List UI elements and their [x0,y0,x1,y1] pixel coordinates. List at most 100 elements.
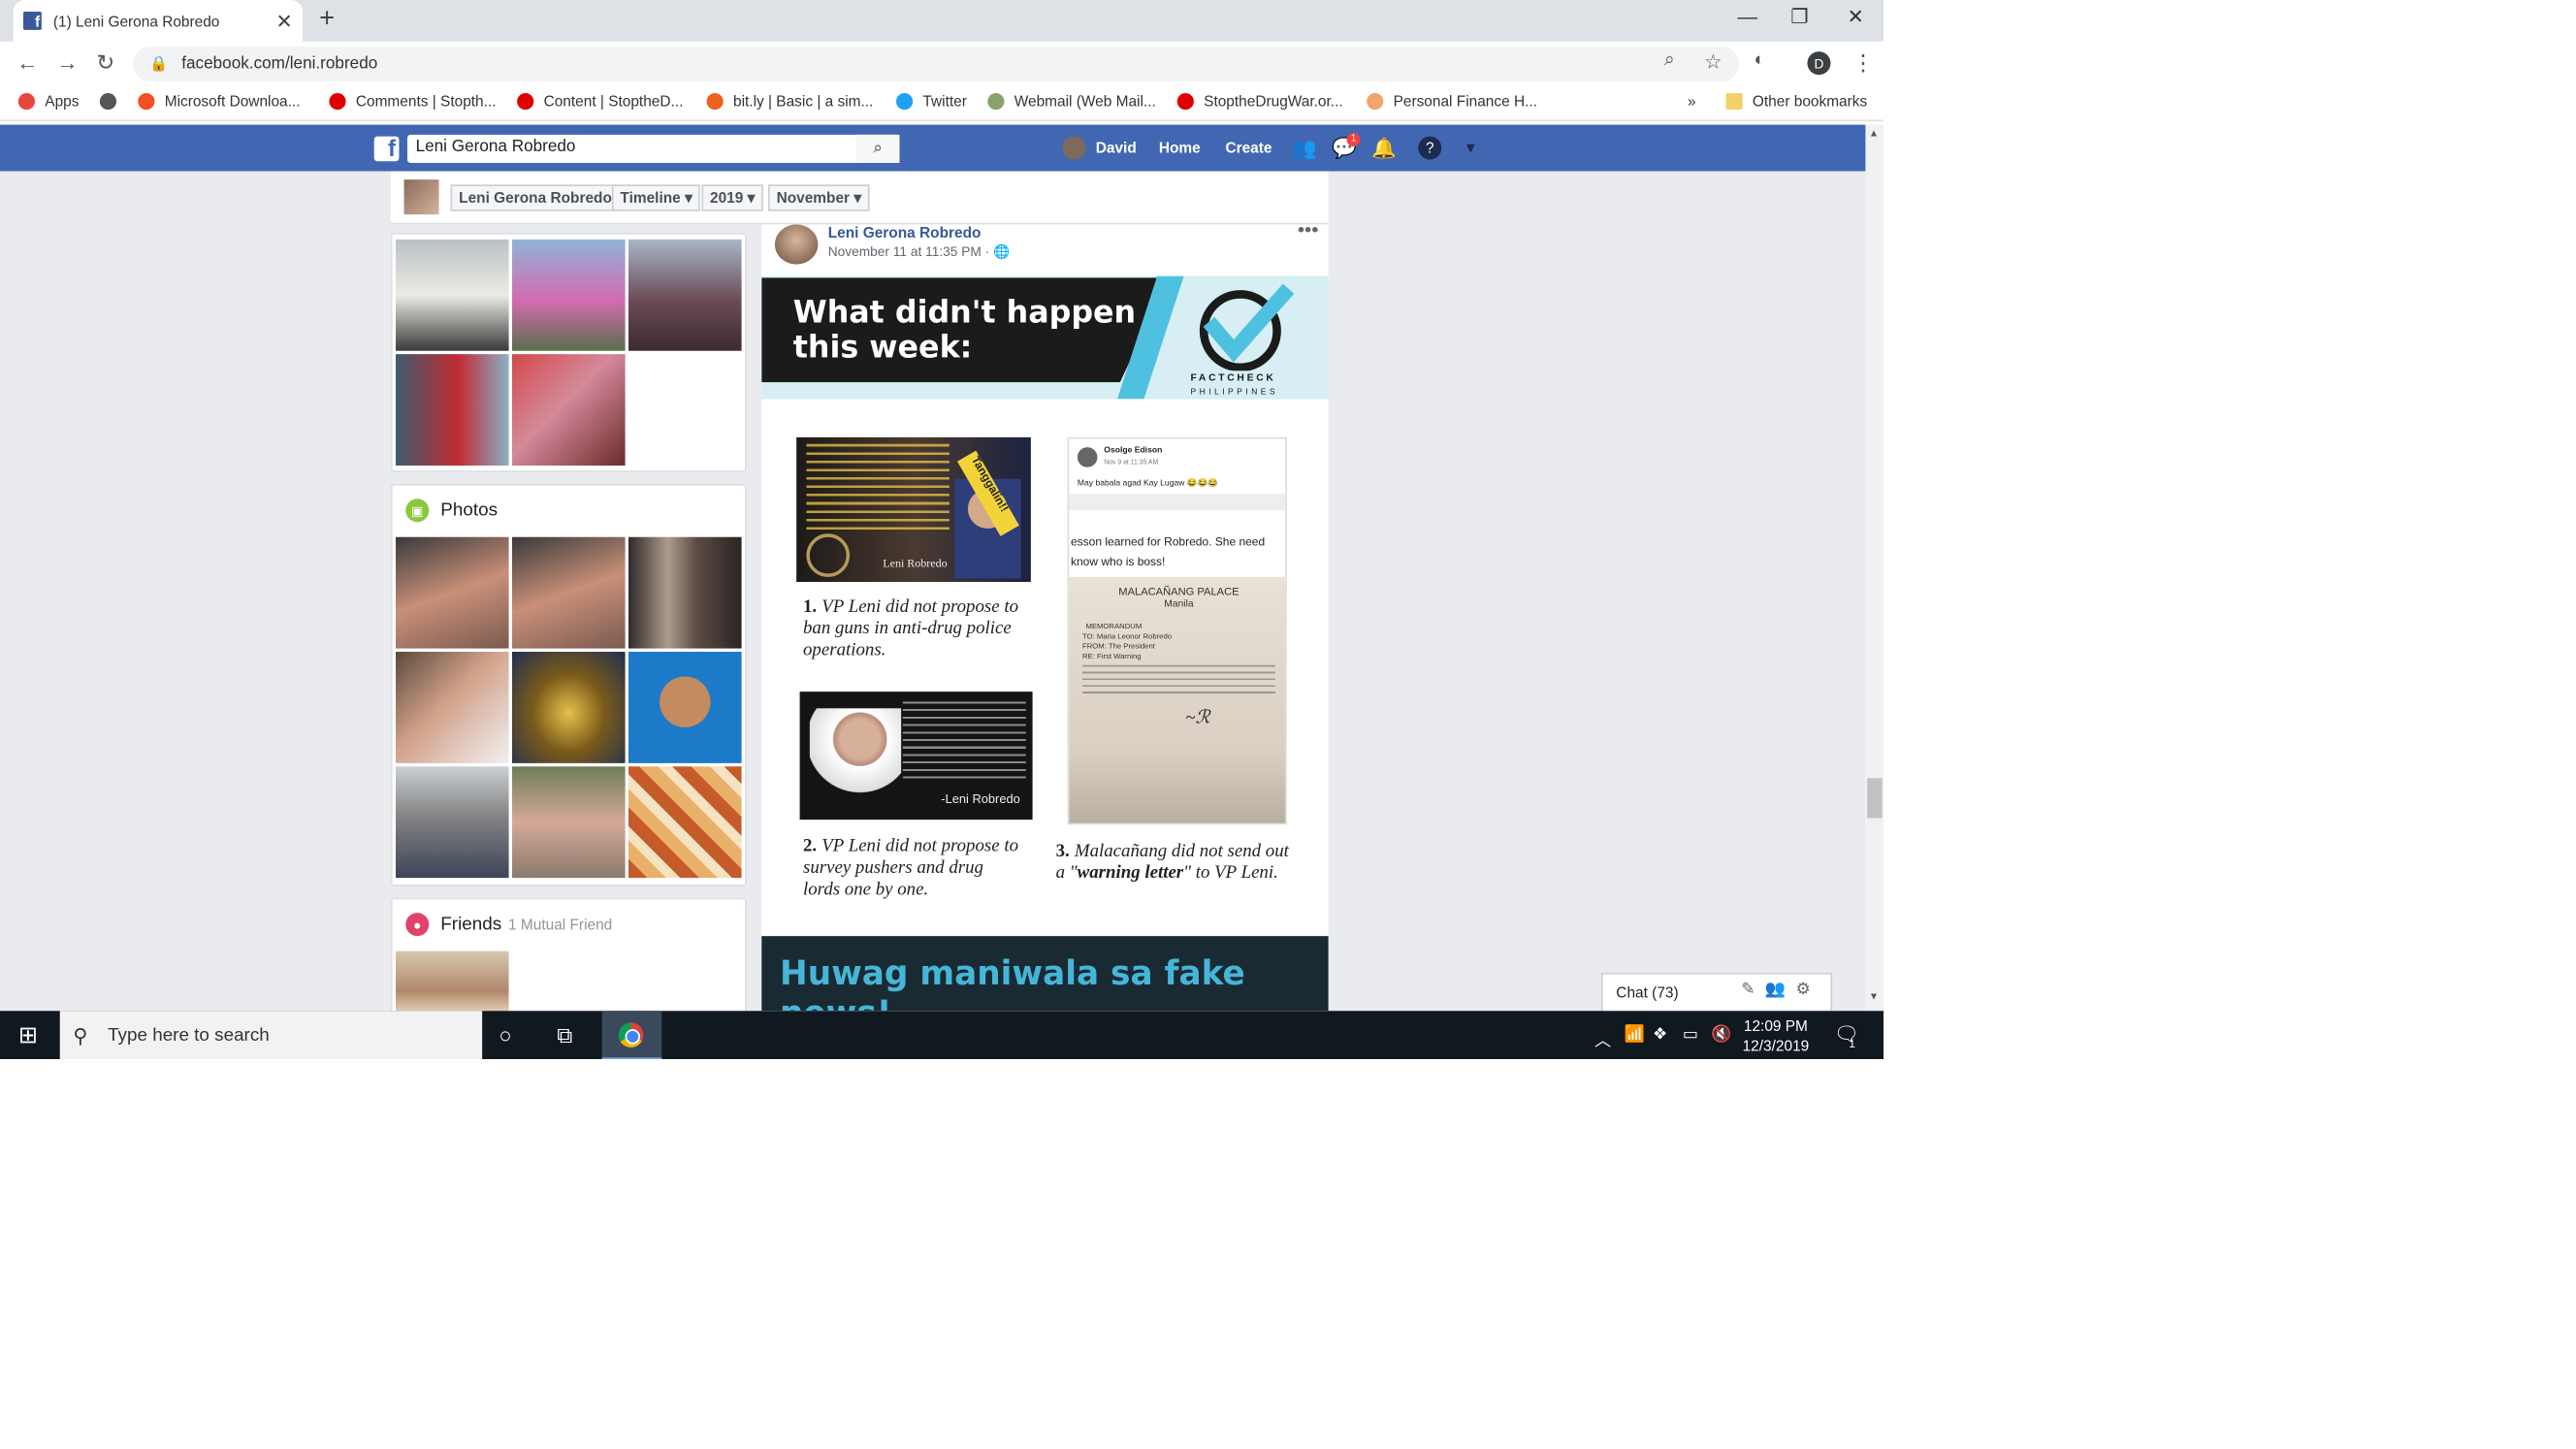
post-author-avatar[interactable] [774,224,819,265]
new-tab-icon[interactable]: + [319,5,335,35]
chat-tab[interactable]: Chat (73) ✎👥⚙ [1600,972,1833,1012]
featured-photo[interactable] [396,354,509,467]
profile-avatar[interactable]: D [1807,51,1831,76]
compose-icon[interactable]: ✎ [1741,981,1765,999]
zoom-icon[interactable]: ⌕ [1664,49,1675,71]
photo-thumbnail[interactable] [628,536,742,649]
chat-settings-gear-icon[interactable]: ⚙ [1795,981,1820,999]
battery-icon[interactable]: ▭ [1683,1026,1698,1045]
photo-thumbnail[interactable] [512,766,626,879]
scroll-up-icon[interactable]: ▲ [1869,130,1879,140]
featured-photo[interactable] [628,239,742,351]
photo-thumbnail[interactable] [512,652,626,763]
post-timestamp[interactable]: November 11 at 11:35 PM · 🌐 [828,244,1010,259]
profile-thumb[interactable] [403,179,439,215]
bookmark-item[interactable]: bit.ly | Basic | a sim... [706,93,873,111]
facebook-search-input[interactable]: Leni Gerona Robredo ⌕ [407,134,900,164]
clock-date: 12/3/2019 [1742,1037,1810,1054]
facebook-logo-icon[interactable]: f [373,135,400,162]
friends-header[interactable]: ● Friends 1 Mutual Friend [405,913,612,937]
featured-photo[interactable] [396,239,509,351]
tray-chevron-icon[interactable]: ︿ [1594,1026,1611,1051]
chrome-taskbar-button[interactable] [601,1011,662,1059]
user-avatar[interactable] [1062,136,1086,160]
home-link[interactable]: Home [1159,140,1201,156]
address-bar[interactable]: 🔒 facebook.com/leni.robredo [133,47,1740,82]
bookmark-star-icon[interactable]: ☆ [1704,49,1722,73]
photos-header[interactable]: ▣ Photos [405,499,498,523]
page-scrollbar[interactable]: ▲ ▼ [1865,124,1884,1012]
claim3-image[interactable]: Osolge Edison Nov 9 at 11:35 AM May baba… [1067,436,1287,825]
friend-requests-icon[interactable]: 👥 [1292,137,1317,160]
photo-thumbnail[interactable] [628,766,742,879]
restore-icon[interactable]: ❐ [1790,5,1808,28]
scrollbar-thumb[interactable] [1867,778,1883,819]
create-link[interactable]: Create [1225,140,1272,156]
claim1-image[interactable]: Tanggalin!! Leni Robredo [796,436,1031,583]
banner-title-line2: this week: [792,331,973,367]
photo-thumbnail[interactable] [396,536,509,649]
group-icon[interactable]: 👥 [1765,981,1796,999]
post-author[interactable]: Leni Gerona Robredo [828,224,982,241]
claim1-caption: Leni Robredo [883,557,948,571]
back-icon[interactable]: ← [16,49,38,75]
photo-thumbnail[interactable] [512,536,626,649]
task-view-icon[interactable]: ⧉ [557,1022,572,1048]
bookmark-item[interactable]: Personal Finance H... [1367,93,1537,111]
volume-muted-icon[interactable]: 🔇 [1711,1026,1731,1045]
month-dropdown[interactable]: November ▾ [768,184,870,211]
search-icon[interactable]: ⌕ [855,134,900,164]
notification-count: 1 [1849,1039,1855,1051]
photo-thumbnail[interactable] [396,652,509,763]
bookmark-label: Microsoft Downloa... [164,93,301,111]
account-dropdown-icon[interactable]: ▼ [1464,140,1478,156]
timeline-dropdown[interactable]: Timeline ▾ [611,184,701,211]
bookmark-item[interactable]: Webmail (Web Mail... [987,93,1156,111]
bookmark-label: Personal Finance H... [1393,93,1537,111]
featured-photo[interactable] [512,239,626,351]
photo-thumbnail[interactable] [628,652,742,763]
claim2-image[interactable]: -Leni Robredo [799,692,1033,821]
other-bookmarks-folder[interactable]: Other bookmarks [1725,93,1867,111]
taskbar-clock[interactable]: 12:09 PM 12/3/2019 [1743,1015,1810,1055]
menu-kebab-icon[interactable]: ⋮ [1852,49,1874,76]
post-options-icon[interactable]: ••• [1298,224,1319,241]
banner-title-line1: What didn't happen [792,296,1137,332]
windows-start-icon[interactable]: ⊞ [18,1021,38,1049]
photo-thumbnail[interactable] [396,766,509,879]
close-window-icon[interactable]: ✕ [1848,5,1864,28]
dropbox-icon[interactable]: ❖ [1653,1026,1667,1045]
timestamp-text: November 11 at 11:35 PM [827,244,982,260]
mutual-friends-count[interactable]: 1 Mutual Friend [508,917,612,933]
bookmarks-overflow-icon[interactable]: » [1688,93,1696,110]
reload-icon[interactable]: ↻ [96,49,114,76]
bookmark-item[interactable] [99,93,126,111]
network-icon[interactable]: 📶 [1625,1026,1645,1045]
notifications-bell-icon[interactable]: 🔔 [1371,137,1397,160]
bookmark-item[interactable]: Comments | Stopth... [329,93,497,111]
bookmark-item[interactable]: Twitter [896,93,967,111]
seal-icon [806,533,851,577]
tab-close-icon[interactable]: ✕ [275,9,292,32]
clock-time: 12:09 PM [1743,1017,1808,1035]
bookmark-item[interactable]: Content | StoptheD... [517,93,683,111]
profile-name-button[interactable]: Leni Gerona Robredo [450,184,621,211]
friend-photo[interactable] [396,950,509,1012]
featured-photo[interactable] [512,354,626,467]
help-icon[interactable]: ? [1418,136,1442,160]
timeline-nav-bar: Leni Gerona Robredo Timeline ▾ 2019 ▾ No… [390,171,1329,225]
year-dropdown[interactable]: 2019 ▾ [701,184,763,211]
bookmark-item[interactable]: Microsoft Downloa... [138,93,301,111]
scroll-down-icon[interactable]: ▼ [1869,992,1879,1002]
url-text: facebook.com/leni.robredo [181,54,378,74]
user-name-link[interactable]: David [1096,140,1137,156]
browser-tab-strip: f (1) Leni Gerona Robredo ✕ + — ❐ ✕ [0,0,1884,42]
browser-tab[interactable]: f (1) Leni Gerona Robredo ✕ [13,0,304,42]
minimize-icon[interactable]: — [1737,5,1757,28]
bookmark-item[interactable]: StoptheDrugWar.or... [1176,93,1343,111]
forward-icon[interactable]: → [56,49,78,75]
taskbar-search-input[interactable]: ⚲ Type here to search [59,1011,483,1059]
cortana-icon[interactable]: ○ [499,1022,511,1047]
extension-icon[interactable]: ◐ [1755,49,1765,70]
bookmark-item[interactable]: Apps [17,93,79,111]
